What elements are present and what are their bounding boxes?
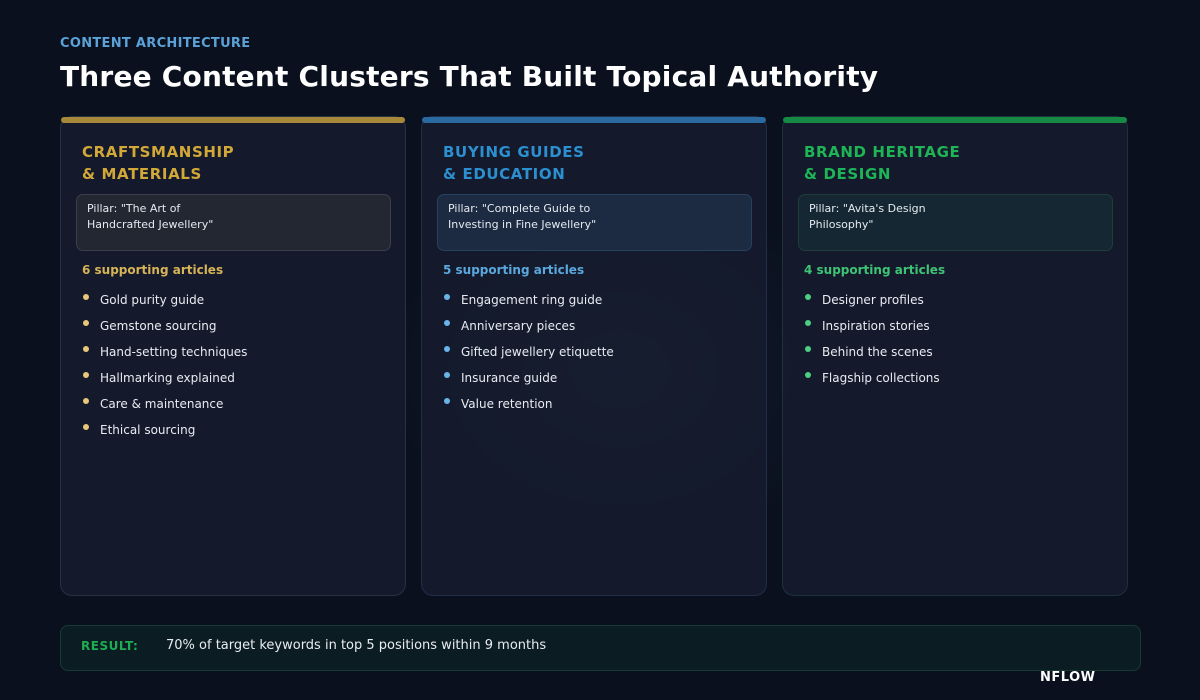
bullet-dot-icon [444, 372, 450, 378]
result-text: 70% of target keywords in top 5 position… [166, 638, 547, 653]
list-item-label: Ethical sourcing [100, 423, 196, 437]
bullet-dot-icon [805, 320, 811, 326]
bullet-dot-icon [444, 398, 450, 404]
brand-logo: NFLOW [1040, 670, 1096, 685]
list-item-label: Gifted jewellery etiquette [461, 345, 614, 359]
list-item-label: Value retention [461, 397, 553, 411]
list-item: Insurance guide [443, 365, 614, 391]
list-item: Engagement ring guide [443, 287, 614, 313]
bullet-dot-icon [83, 398, 89, 404]
page-title: Three Content Clusters That Built Topica… [60, 60, 879, 93]
bullet-dot-icon [444, 294, 450, 300]
bullet-dot-icon [444, 346, 450, 352]
list-item-label: Inspiration stories [822, 319, 930, 333]
list-item-label: Flagship collections [822, 371, 940, 385]
bullet-dot-icon [83, 424, 89, 430]
card-accent-bar [61, 117, 405, 123]
list-item-label: Hand-setting techniques [100, 345, 248, 359]
bullet-dot-icon [444, 320, 450, 326]
list-item: Gifted jewellery etiquette [443, 339, 614, 365]
supporting-count: 5 supporting articles [443, 263, 585, 277]
result-label: RESULT: [81, 639, 139, 653]
list-item: Ethical sourcing [82, 417, 247, 443]
list-item-label: Insurance guide [461, 371, 558, 385]
supporting-count: 6 supporting articles [82, 263, 224, 277]
cluster-heading: BUYING GUIDES & EDUCATION [443, 143, 585, 183]
list-item-label: Behind the scenes [822, 345, 933, 359]
bullet-dot-icon [83, 320, 89, 326]
list-item: Value retention [443, 391, 614, 417]
list-item: Behind the scenes [804, 339, 940, 365]
card-accent-bar [783, 117, 1127, 123]
article-list: Engagement ring guide Anniversary pieces… [443, 287, 614, 417]
article-list: Gold purity guide Gemstone sourcing Hand… [82, 287, 247, 443]
bullet-dot-icon [805, 346, 811, 352]
list-item-label: Engagement ring guide [461, 293, 603, 307]
article-list: Designer profiles Inspiration stories Be… [804, 287, 940, 391]
bullet-dot-icon [805, 372, 811, 378]
list-item-label: Gemstone sourcing [100, 319, 217, 333]
bullet-dot-icon [83, 372, 89, 378]
pillar-box: Pillar: "Avita's Design Philosophy" [798, 194, 1113, 251]
list-item: Designer profiles [804, 287, 940, 313]
bullet-dot-icon [83, 294, 89, 300]
list-item: Anniversary pieces [443, 313, 614, 339]
pillar-box: Pillar: "Complete Guide to Investing in … [437, 194, 752, 251]
cluster-heading: CRAFTSMANSHIP & MATERIALS [82, 143, 235, 183]
bullet-dot-icon [83, 346, 89, 352]
list-item-label: Anniversary pieces [461, 319, 576, 333]
list-item: Hand-setting techniques [82, 339, 247, 365]
list-item: Flagship collections [804, 365, 940, 391]
list-item: Gold purity guide [82, 287, 247, 313]
bullet-dot-icon [805, 294, 811, 300]
list-item: Inspiration stories [804, 313, 940, 339]
list-item-label: Care & maintenance [100, 397, 224, 411]
list-item: Gemstone sourcing [82, 313, 247, 339]
card-accent-bar [422, 117, 766, 123]
cluster-card-craftsmanship: CRAFTSMANSHIP & MATERIALS Pillar: "The A… [60, 116, 406, 596]
cluster-card-buying-guides: BUYING GUIDES & EDUCATION Pillar: "Compl… [421, 116, 767, 596]
list-item-label: Hallmarking explained [100, 371, 235, 385]
cluster-heading: BRAND HERITAGE & DESIGN [804, 143, 961, 183]
supporting-count: 4 supporting articles [804, 263, 946, 277]
list-item-label: Designer profiles [822, 293, 924, 307]
list-item: Hallmarking explained [82, 365, 247, 391]
result-banner: RESULT: 70% of target keywords in top 5 … [60, 625, 1141, 671]
list-item-label: Gold purity guide [100, 293, 205, 307]
pillar-box: Pillar: "The Art of Handcrafted Jeweller… [76, 194, 391, 251]
list-item: Care & maintenance [82, 391, 247, 417]
cluster-card-brand-heritage: BRAND HERITAGE & DESIGN Pillar: "Avita's… [782, 116, 1128, 596]
section-eyebrow: CONTENT ARCHITECTURE [60, 36, 251, 51]
